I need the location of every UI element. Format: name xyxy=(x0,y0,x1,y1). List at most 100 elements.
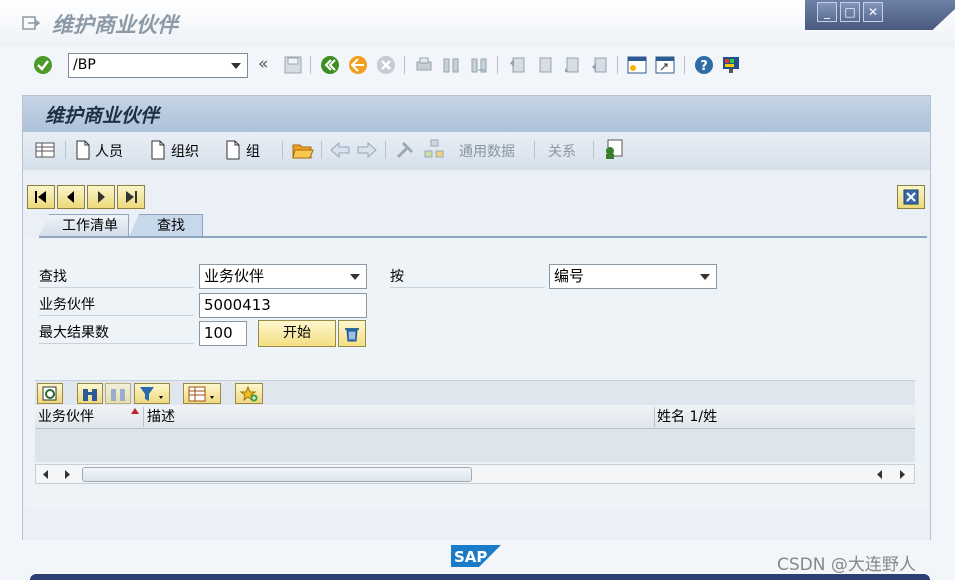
menu-icon[interactable] xyxy=(22,15,40,31)
details-icon xyxy=(42,386,57,401)
grid-header: 业务伙伴 描述 姓名 1/姓 xyxy=(35,405,915,429)
binoculars-icon xyxy=(83,389,97,401)
details-button[interactable] xyxy=(37,383,63,404)
by-label: 按 xyxy=(390,266,545,288)
new-session-icon[interactable] xyxy=(627,55,647,75)
tools-icon[interactable] xyxy=(395,140,415,160)
grid-body xyxy=(35,429,915,462)
previous-item-button[interactable] xyxy=(57,185,85,209)
minimize-button[interactable]: _ xyxy=(817,2,837,22)
grid-find-button[interactable] xyxy=(77,383,103,404)
scroll-right-icon[interactable] xyxy=(63,470,71,479)
window-title: 维护商业伙伴 xyxy=(52,13,178,37)
organization-button[interactable]: 组织 xyxy=(171,141,199,161)
first-arrow-icon xyxy=(35,191,46,203)
general-data-button[interactable]: 通用数据 xyxy=(459,141,515,161)
svg-text:SAP: SAP xyxy=(454,548,487,566)
last-page-icon[interactable] xyxy=(589,55,609,75)
collapse-icon[interactable]: « xyxy=(258,54,268,74)
group-button[interactable]: 组 xyxy=(246,141,260,161)
svg-text:?: ? xyxy=(700,59,708,74)
filter-icon xyxy=(140,387,163,401)
group-document-icon[interactable] xyxy=(225,140,241,160)
cancel-icon[interactable] xyxy=(376,55,396,75)
previous-arrow-icon xyxy=(67,191,74,203)
window-controls: _ □ ✕ xyxy=(805,0,955,30)
next-page-icon[interactable] xyxy=(562,55,582,75)
open-folder-icon[interactable] xyxy=(292,140,314,160)
find-icon[interactable] xyxy=(441,55,461,75)
previous-page-icon[interactable] xyxy=(535,55,555,75)
binoculars-next-icon xyxy=(111,389,125,401)
business-partner-label: 业务伙伴 xyxy=(39,294,194,316)
person-document-icon[interactable] xyxy=(75,140,91,160)
first-page-icon[interactable] xyxy=(507,55,527,75)
find-label: 查找 xyxy=(39,266,194,288)
find-select[interactable]: 业务伙伴 xyxy=(199,264,367,289)
help-icon[interactable]: ? xyxy=(694,55,714,75)
scrollbar-thumb[interactable] xyxy=(82,467,472,482)
grid-find-next-button[interactable] xyxy=(105,383,131,404)
filter-button[interactable] xyxy=(134,383,170,404)
scroll-right-end-icon[interactable] xyxy=(898,470,906,479)
table-icon[interactable] xyxy=(35,142,55,158)
close-window-button[interactable]: ✕ xyxy=(863,2,883,22)
star-add-icon xyxy=(240,386,258,402)
chevron-down-icon[interactable] xyxy=(700,274,710,280)
find-next-icon[interactable] xyxy=(469,55,489,75)
business-partner-input[interactable]: 5000413 xyxy=(199,293,367,318)
start-button[interactable]: 开始 xyxy=(258,320,336,347)
partner-overview-icon[interactable] xyxy=(602,138,624,160)
enter-icon[interactable] xyxy=(33,55,53,75)
hierarchy-icon[interactable] xyxy=(423,138,445,160)
layout-icon xyxy=(188,386,214,402)
grid-toolbar xyxy=(35,380,915,405)
save-icon[interactable] xyxy=(283,55,303,75)
column-name1-last-name[interactable]: 姓名 1/姓 xyxy=(657,407,913,427)
tab-worklist[interactable]: 工作清单 xyxy=(39,214,129,237)
delete-button[interactable] xyxy=(338,320,366,347)
main-area: 工作清单 查找 查找 业务伙伴 按 编号 业务伙伴 5000413 最大结果数 … xyxy=(23,170,930,540)
sort-ascending-icon xyxy=(131,408,139,414)
last-arrow-icon xyxy=(126,191,137,203)
tab-find[interactable]: 查找 xyxy=(129,214,203,237)
max-results-label: 最大结果数 xyxy=(39,322,194,344)
relationships-button[interactable]: 关系 xyxy=(548,141,576,161)
shortcut-icon[interactable] xyxy=(655,55,675,75)
application-toolbar: 人员 组织 组 通用数据 关系 xyxy=(23,132,930,170)
horizontal-scrollbar[interactable] xyxy=(35,464,915,484)
next-item-button[interactable] xyxy=(87,185,115,209)
close-navigation-button[interactable] xyxy=(897,185,925,209)
chevron-down-icon[interactable] xyxy=(350,274,360,280)
chevron-down-icon[interactable] xyxy=(231,63,241,69)
next-arrow-icon xyxy=(98,191,105,203)
watermark: CSDN @大连野人 xyxy=(777,555,916,575)
arrow-left-icon[interactable] xyxy=(330,142,350,158)
by-select[interactable]: 编号 xyxy=(549,264,717,289)
command-field[interactable]: /BP xyxy=(68,53,248,78)
layout-button[interactable] xyxy=(183,383,221,404)
favorite-add-button[interactable] xyxy=(235,383,263,404)
last-item-button[interactable] xyxy=(117,185,145,209)
trash-icon xyxy=(345,328,359,342)
maximize-button[interactable]: □ xyxy=(840,2,860,22)
search-panel: 查找 业务伙伴 按 编号 业务伙伴 5000413 最大结果数 100 开始 业… xyxy=(25,238,928,510)
arrow-right-icon[interactable] xyxy=(357,142,377,158)
person-button[interactable]: 人员 xyxy=(95,141,123,161)
scroll-left-icon[interactable] xyxy=(42,470,50,479)
column-business-partner[interactable]: 业务伙伴 xyxy=(38,407,144,427)
bottom-frame xyxy=(30,574,930,580)
close-icon xyxy=(903,189,919,205)
sap-logo: SAP xyxy=(451,545,501,567)
screen-title: 维护商业伙伴 xyxy=(45,105,160,127)
column-description[interactable]: 描述 xyxy=(147,407,655,427)
back-icon[interactable] xyxy=(320,55,340,75)
customize-layout-icon[interactable] xyxy=(721,55,741,75)
screen-area: 维护商业伙伴 人员 组织 组 通用数据 关系 工作清单 查找 查找 业务伙伴 按… xyxy=(22,95,931,540)
first-item-button[interactable] xyxy=(27,185,55,209)
scroll-left-end-icon[interactable] xyxy=(876,470,884,479)
print-icon[interactable] xyxy=(414,55,434,75)
max-results-input[interactable]: 100 xyxy=(199,321,247,346)
exit-icon[interactable] xyxy=(348,55,368,75)
organization-document-icon[interactable] xyxy=(150,140,166,160)
